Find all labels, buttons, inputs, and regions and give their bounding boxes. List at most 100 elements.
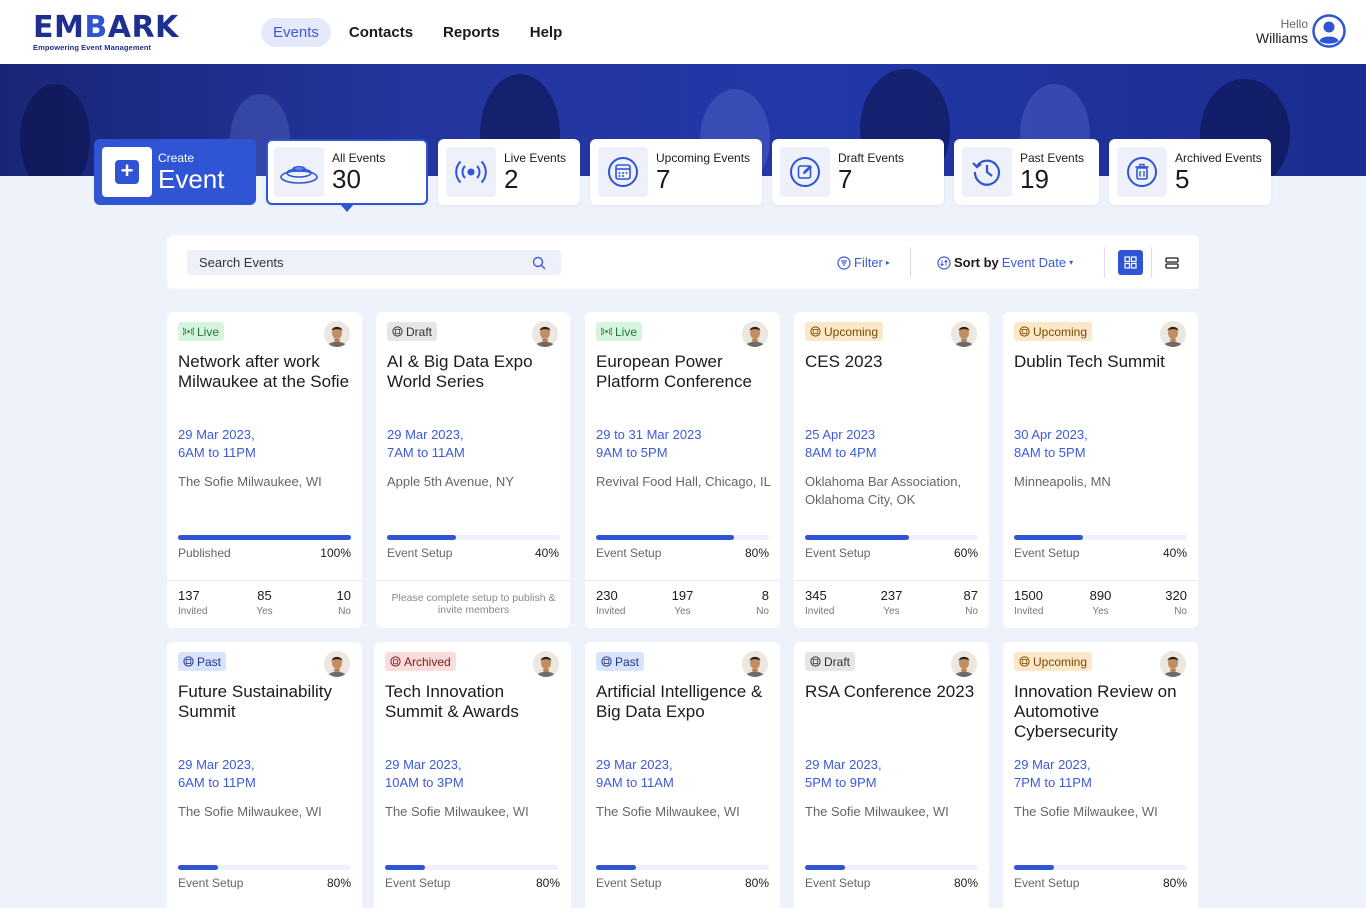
organizer-avatar — [324, 321, 350, 347]
organizer-avatar — [532, 321, 558, 347]
stat-text: Draft Events 7 — [838, 152, 904, 192]
progress-fill — [1014, 865, 1054, 870]
live-broadcast-icon — [446, 147, 496, 197]
event-datetime: 29 Mar 2023, 7AM to 11AM — [387, 426, 562, 462]
stat-label: Draft Events — [838, 151, 905, 165]
embark-logo[interactable]: EMBARK Empowering Event Management — [33, 13, 178, 53]
filter-button[interactable]: Filter ▸ — [837, 255, 890, 270]
status-text: Draft — [824, 654, 851, 669]
status-text: Live — [197, 324, 220, 339]
progress-fill — [178, 865, 218, 870]
event-location: Revival Food Hall, Chicago, IL — [596, 474, 771, 489]
event-title: Innovation Review on Automotive Cybersec… — [1014, 682, 1177, 741]
nav-events[interactable]: Events — [261, 18, 331, 47]
history-icon — [962, 147, 1012, 197]
event-datetime: 29 Mar 2023, 6AM to 11PM — [178, 426, 353, 462]
event-time: 6AM to 11PM — [178, 445, 256, 460]
event-datetime: 25 Apr 2023 8AM to 4PM — [805, 426, 980, 462]
stat-count: 19 — [1020, 164, 1049, 194]
setup-note: Please complete setup to publish & invit… — [391, 592, 556, 616]
event-location: The Sofie Milwaukee, WI — [805, 804, 949, 819]
event-date: 29 Mar 2023, — [387, 427, 464, 442]
list-view-button[interactable] — [1159, 250, 1184, 275]
event-location: The Sofie Milwaukee, WI — [178, 474, 322, 489]
create-label-small: Create — [158, 151, 195, 165]
progress-fill — [1014, 535, 1084, 540]
event-card[interactable]: Live Network after work Milwaukee at the … — [167, 312, 362, 628]
stat-count: 5 — [1175, 164, 1190, 194]
user-avatar-icon[interactable] — [1312, 14, 1346, 48]
sort-icon — [937, 255, 951, 270]
progress-label: Event Setup — [1014, 546, 1080, 560]
search-events-input[interactable] — [187, 250, 561, 275]
progress-fill — [805, 865, 845, 870]
status-text: Upcoming — [824, 324, 879, 339]
organizer-avatar — [533, 651, 559, 677]
stat-draft-events[interactable]: Draft Events 7 — [772, 139, 944, 205]
event-date: 25 Apr 2023 — [805, 427, 876, 442]
event-title: RSA Conference 2023 — [805, 682, 975, 701]
progress-percent: 80% — [744, 876, 769, 890]
event-location: Minneapolis, MN — [1014, 474, 1111, 489]
grid-view-button[interactable] — [1118, 250, 1143, 275]
create-event-button[interactable]: + Create Event — [94, 139, 256, 205]
grid-icon — [1124, 256, 1137, 269]
yes-count: 237 Yes — [880, 588, 903, 617]
status-text: Past — [197, 654, 222, 669]
nav-help[interactable]: Help — [518, 18, 575, 47]
event-card[interactable]: Live European Power Platform Conference 29… — [585, 312, 780, 628]
stat-count: 30 — [332, 164, 361, 194]
event-card[interactable]: Draft RSA Conference 2023 29 Mar 2023, 5PM … — [794, 642, 989, 908]
stat-upcoming-events[interactable]: Upcoming Events 7 — [590, 139, 762, 205]
progress-label: Event Setup — [805, 876, 871, 890]
stat-text: Live Events 2 — [504, 152, 566, 192]
event-time: 10AM to 3PM — [385, 775, 464, 790]
status-badge: Past — [178, 652, 227, 671]
event-time: 5PM to 9PM — [805, 775, 877, 790]
status-past-icon — [601, 656, 612, 667]
nav-contacts[interactable]: Contacts — [337, 18, 425, 47]
events-toolbar: Filter ▸ Sort by Event Date ▾ — [167, 235, 1199, 289]
event-card[interactable]: Draft AI & Big Data Expo World Series 29 M… — [376, 312, 570, 628]
divider — [910, 247, 911, 277]
nav-reports[interactable]: Reports — [431, 18, 512, 47]
divider — [1151, 247, 1152, 277]
card-divider — [794, 580, 989, 581]
status-badge: Archived — [385, 652, 456, 671]
stat-count: 7 — [838, 164, 853, 194]
event-card[interactable]: Past Future Sustainability Summit 29 Mar 2… — [167, 642, 362, 908]
search-icon[interactable] — [532, 256, 546, 270]
progress-label: Event Setup — [596, 546, 662, 560]
event-datetime: 29 Mar 2023, 7PM to 11PM — [1014, 756, 1189, 792]
status-upcoming-icon — [810, 326, 821, 337]
status-text: Upcoming — [1033, 654, 1088, 669]
setup-progress-bar — [596, 535, 769, 540]
event-title: Network after work Milwaukee at the Sofi… — [178, 352, 350, 391]
event-card[interactable]: Upcoming Dublin Tech Summit 30 Apr 2023, 8A… — [1003, 312, 1198, 628]
event-card[interactable]: Upcoming Innovation Review on Automotive … — [1003, 642, 1198, 908]
organizer-avatar — [951, 321, 977, 347]
stat-all-events[interactable]: All Events 30 — [266, 139, 428, 205]
status-text: Past — [615, 654, 640, 669]
organizer-avatar — [742, 321, 768, 347]
event-datetime: 29 Mar 2023, 5PM to 9PM — [805, 756, 980, 792]
event-time: 9AM to 5PM — [596, 445, 668, 460]
event-title: European Power Platform Conference — [596, 352, 752, 391]
setup-progress-bar — [385, 865, 558, 870]
sort-label: Sort by — [954, 255, 999, 270]
organizer-avatar — [742, 651, 768, 677]
event-card[interactable]: Archived Tech Innovation Summit & Awards 2… — [374, 642, 571, 908]
stat-live-events[interactable]: Live Events 2 — [438, 139, 580, 205]
event-card[interactable]: Upcoming CES 2023 25 Apr 2023 8AM to 4PM Okl… — [794, 312, 989, 628]
stat-label: Past Events — [1020, 151, 1085, 165]
event-card[interactable]: Past Artificial Intelligence & Big Data E… — [585, 642, 780, 908]
event-date: 30 Apr 2023, — [1014, 427, 1088, 442]
status-badge: Live — [596, 322, 643, 341]
setup-progress-bar — [387, 535, 560, 540]
status-draft-icon — [392, 326, 403, 337]
stat-archived-events[interactable]: Archived Events 5 — [1109, 139, 1271, 205]
event-datetime: 29 to 31 Mar 2023 9AM to 5PM — [596, 426, 771, 462]
user-menu[interactable]: Hello Williams — [1256, 14, 1346, 48]
sort-dropdown[interactable]: Sort by Event Date ▾ — [937, 255, 1073, 270]
stat-past-events[interactable]: Past Events 19 — [954, 139, 1099, 205]
